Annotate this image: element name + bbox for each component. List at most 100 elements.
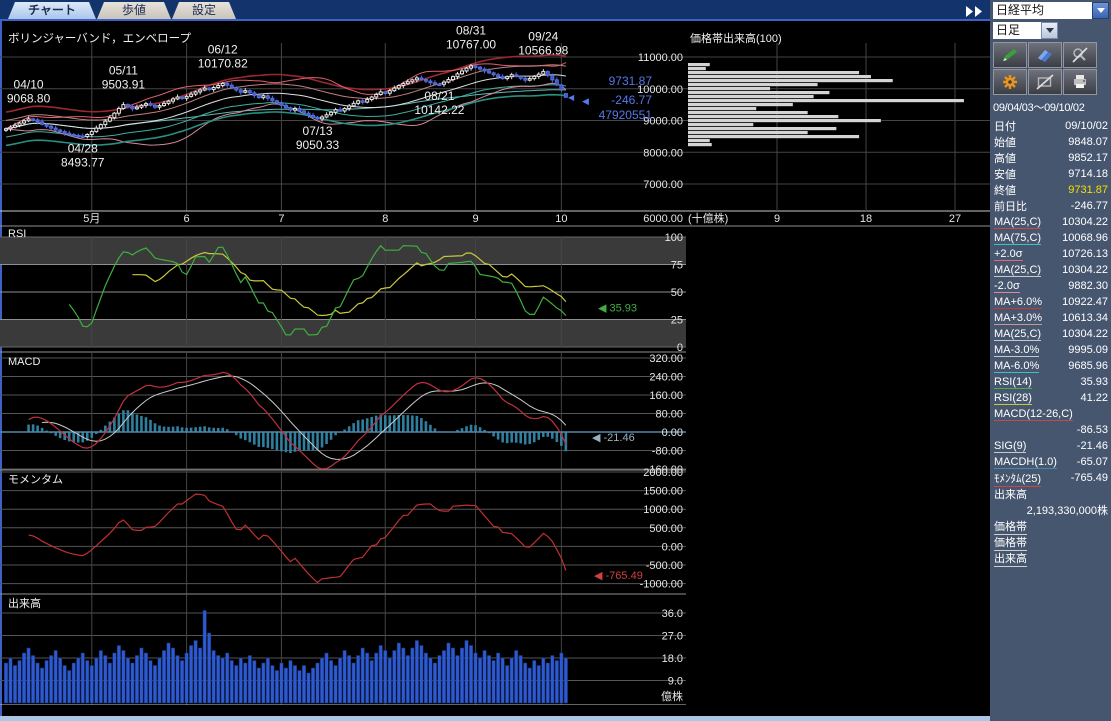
sidebar-row-label[interactable]: MA(75,C) — [994, 232, 1041, 245]
settings-tool-button[interactable] — [993, 69, 1027, 95]
sidebar-row-value: 10304.22 — [1062, 264, 1108, 276]
volume-bar — [447, 643, 450, 703]
macd-ytick: 160.00 — [649, 390, 683, 402]
price-band-bar — [688, 115, 838, 118]
sidebar-row-label[interactable]: MA(25,C) — [994, 216, 1041, 229]
volume-bar — [298, 671, 301, 704]
tab-ayumine[interactable]: 歩値 — [97, 2, 171, 19]
draw-tool-button[interactable] — [993, 42, 1027, 68]
sidebar-row-label[interactable]: SIG(9) — [994, 440, 1026, 453]
sidebar-row: 終値9731.87 — [993, 182, 1109, 198]
sidebar-row: 価格帯 — [993, 534, 1109, 550]
printer-icon — [1071, 74, 1089, 90]
period-combo[interactable]: 日足 — [993, 22, 1109, 39]
sidebar-row-label[interactable]: RSI(14) — [994, 376, 1032, 389]
sidebar-row-value: 2,193,330,000株 — [1027, 502, 1108, 518]
sidebar-row-label[interactable]: MA+3.0% — [994, 312, 1042, 325]
symbol-dropdown-icon[interactable] — [1092, 2, 1109, 19]
sidebar-row: +2.0σ10726.13 — [993, 246, 1109, 262]
main-ytick-bottom: 6000.00 — [643, 213, 683, 225]
sidebar-row-label[interactable]: MA+6.0% — [994, 296, 1042, 309]
sidebar-row-value: 9685.96 — [1068, 360, 1108, 372]
volume-bar — [320, 658, 323, 703]
volume-bar — [474, 653, 477, 703]
chart-area[interactable]: 04/109068.8004/288493.7705/119503.9106/1… — [0, 19, 990, 716]
rsi-ytick: 75 — [671, 260, 683, 272]
annotation-date: 08/21 — [424, 89, 454, 103]
momentum-ytick: 1000.00 — [643, 504, 683, 516]
tab-settings[interactable]: 設定 — [172, 2, 236, 19]
month-label: 10 — [555, 213, 567, 225]
sidebar-row-label[interactable]: 価格帯 — [994, 534, 1027, 551]
sidebar-row-label[interactable]: 出来高 — [994, 550, 1027, 567]
sidebar-row: 日付09/10/02 — [993, 118, 1109, 134]
annotation-date: 05/11 — [109, 64, 138, 78]
stock-chart-app: { "tabs": [ {"label": "チャート", "active": … — [0, 0, 1111, 721]
macd-ytick: 80.00 — [655, 409, 683, 421]
momentum-panel-title: モメンタム — [8, 473, 63, 486]
volume-bar — [307, 673, 310, 703]
print-tool-button[interactable] — [1063, 69, 1097, 95]
sidebar-row: 高値9852.17 — [993, 150, 1109, 166]
eraser-tool-button[interactable] — [1028, 42, 1062, 68]
sidebar-row: 価格帯 — [993, 518, 1109, 534]
volume-bar — [325, 653, 328, 703]
annotation-price: 10767.00 — [446, 37, 496, 51]
tab-chart[interactable]: チャート — [8, 2, 96, 19]
sidebar-row-label[interactable]: MA(25,C) — [994, 264, 1041, 277]
window-bottom-edge — [0, 716, 990, 721]
volume-bar — [104, 656, 107, 704]
annotation-price: 10566.98 — [518, 44, 568, 58]
zoom-tool-button-disabled[interactable] — [1063, 42, 1097, 68]
momentum-ytick: -1000.00 — [640, 579, 683, 591]
symbol-value: 日経平均 — [993, 2, 1092, 19]
volume-bar — [189, 646, 192, 704]
volume-bar — [230, 661, 233, 704]
volume-bar — [514, 651, 517, 704]
macd-ytick: 240.00 — [649, 372, 683, 384]
capture-tool-button-disabled[interactable] — [1028, 69, 1062, 95]
sidebar-row-value: 10613.34 — [1062, 312, 1108, 324]
volume-bar — [356, 656, 359, 704]
sidebar-row-label[interactable]: MACDH(1.0) — [994, 456, 1057, 469]
sidebar-row: 始値9848.07 — [993, 134, 1109, 150]
sidebar-row-label[interactable]: MA-6.0% — [994, 360, 1039, 373]
volume-bar — [176, 656, 179, 704]
volume-bar — [194, 641, 197, 704]
volume-bar — [334, 666, 337, 704]
annotation-date: 08/31 — [456, 23, 486, 37]
sidebar-row-label[interactable]: ﾓﾒﾝﾀﾑ(25) — [994, 470, 1041, 487]
annotation-date: 04/28 — [68, 142, 98, 156]
sidebar-row: MA(75,C)10068.96 — [993, 230, 1109, 246]
period-dropdown-icon[interactable] — [1041, 22, 1058, 39]
main-ytick: 8000.00 — [643, 147, 683, 159]
annotation-date: 09/24 — [528, 30, 558, 44]
sidebar-row-label[interactable]: -2.0σ — [994, 280, 1020, 293]
sidebar-row-label[interactable]: MACD(12-26,C) — [994, 408, 1073, 421]
sidebar-row-label[interactable]: +2.0σ — [994, 248, 1023, 261]
macd-ytick: 320.00 — [649, 353, 683, 365]
volume-bar — [95, 658, 98, 703]
volume-bar — [555, 661, 558, 704]
volume-bar — [203, 611, 206, 704]
price-marker-icon: ◀ — [582, 96, 589, 106]
sidebar-row-value: 09/10/02 — [1065, 120, 1108, 132]
sidebar-row-label[interactable]: MA-3.0% — [994, 344, 1039, 357]
sidebar-row-label[interactable]: RSI(28) — [994, 392, 1032, 405]
sidebar-row-value: 9731.87 — [1068, 184, 1108, 196]
sidebar-row: MACDH(1.0)-65.07 — [993, 454, 1109, 470]
sidebar-row-label[interactable]: 価格帯 — [994, 518, 1027, 535]
volume-bar — [153, 666, 156, 704]
volume-bar — [90, 666, 93, 704]
volume-bar — [275, 671, 278, 704]
rsi-ytick: 25 — [671, 315, 683, 327]
volume-bar — [397, 643, 400, 703]
current-volume: 47920551 — [599, 108, 653, 122]
sidebar-row: -2.0σ9882.30 — [993, 278, 1109, 294]
symbol-combo[interactable]: 日経平均 — [993, 2, 1109, 19]
volume-bar — [18, 661, 21, 704]
volume-bar — [217, 656, 220, 704]
volume-bar — [207, 633, 210, 703]
sidebar-row-label[interactable]: MA(25,C) — [994, 328, 1041, 341]
sidebar-row: MA(25,C)10304.22 — [993, 214, 1109, 230]
